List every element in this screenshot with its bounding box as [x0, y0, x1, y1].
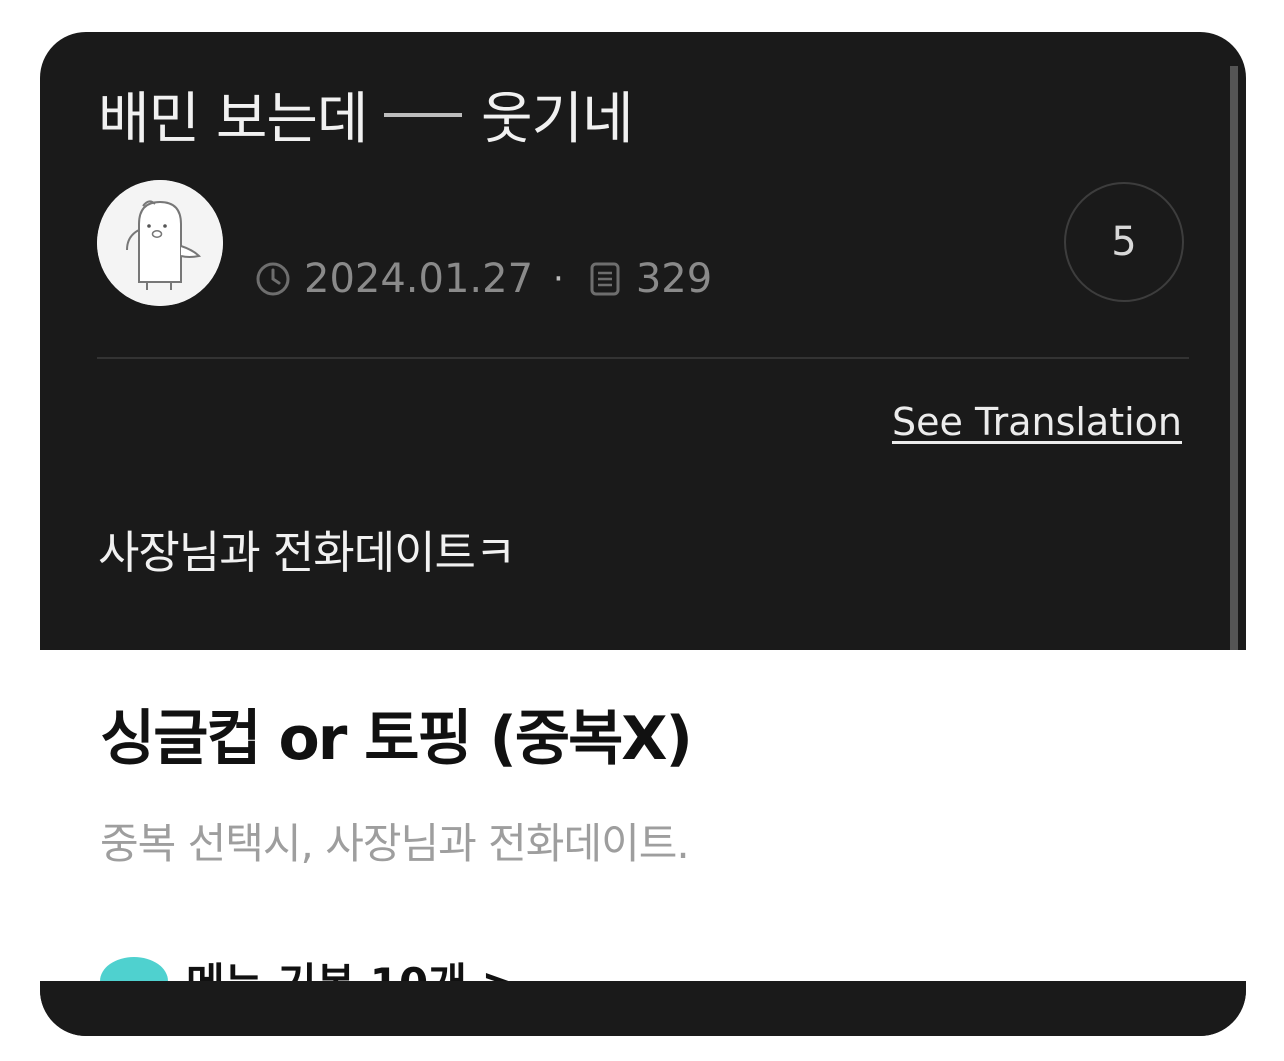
bottom-bar — [40, 981, 1246, 1036]
post-title: 배민 보는데 웃기네 — [98, 74, 634, 155]
post-date: 2024.01.27 — [304, 256, 534, 302]
penguin-avatar-icon — [97, 180, 223, 306]
comment-count-button[interactable]: 5 — [1064, 182, 1184, 302]
post-card: 배민 보는데 웃기네 2024.01.27 · 329 5 See Transl… — [40, 32, 1246, 1036]
see-translation-link[interactable]: See Translation — [892, 400, 1182, 444]
clock-icon — [254, 260, 292, 298]
scroll-edge — [1230, 66, 1238, 682]
option-title: 싱글컵 or 토핑 (중복X) — [100, 704, 693, 774]
meta-separator: · — [553, 259, 564, 299]
option-subtitle: 중복 선택시, 사장님과 전화데이트. — [100, 819, 690, 868]
avatar[interactable] — [97, 180, 223, 306]
divider — [97, 357, 1189, 359]
menu-row-label: 메뉴 기본 10개 > — [186, 950, 517, 981]
post-title-end: 웃기네 — [481, 87, 634, 152]
redacted-word — [384, 95, 464, 151]
view-count: 329 — [635, 256, 713, 302]
document-icon — [586, 260, 624, 298]
ice-cream-icon — [100, 956, 168, 981]
post-body-text: 사장님과 전화데이트ㅋ — [98, 526, 516, 579]
post-title-start: 배민 보는데 — [98, 87, 368, 152]
menu-row: 메뉴 기본 10개 > — [100, 950, 517, 981]
comment-count: 5 — [1111, 219, 1137, 265]
embedded-screenshot: 싱글컵 or 토핑 (중복X) 중복 선택시, 사장님과 전화데이트. 메뉴 기… — [40, 650, 1246, 981]
post-meta: 2024.01.27 · 329 — [254, 254, 712, 304]
